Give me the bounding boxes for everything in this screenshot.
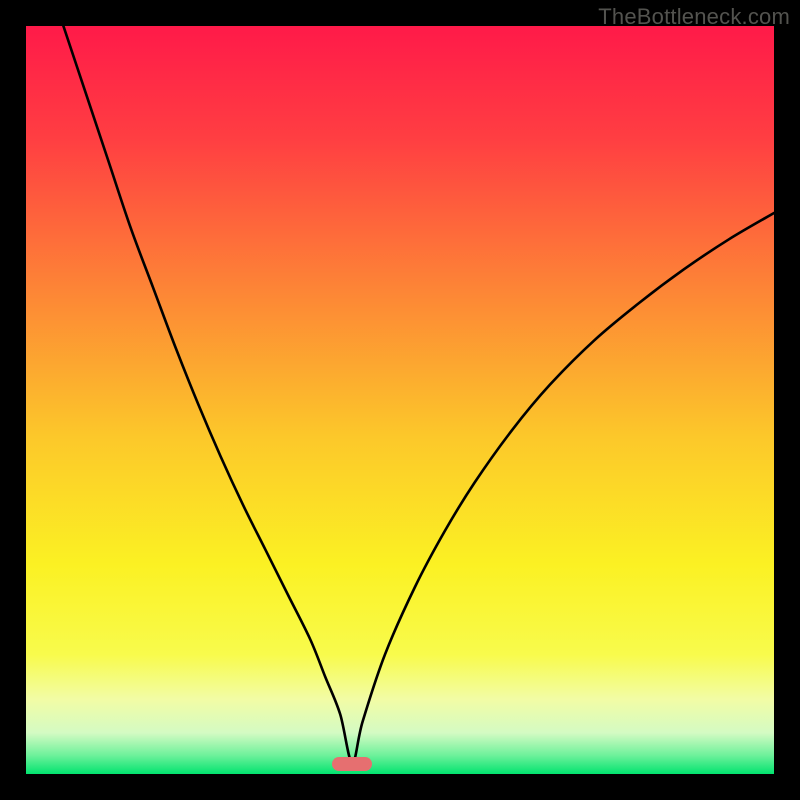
bottleneck-curve — [26, 26, 774, 774]
watermark-text: TheBottleneck.com — [598, 4, 790, 30]
minimum-marker — [332, 757, 372, 771]
plot-area — [26, 26, 774, 774]
